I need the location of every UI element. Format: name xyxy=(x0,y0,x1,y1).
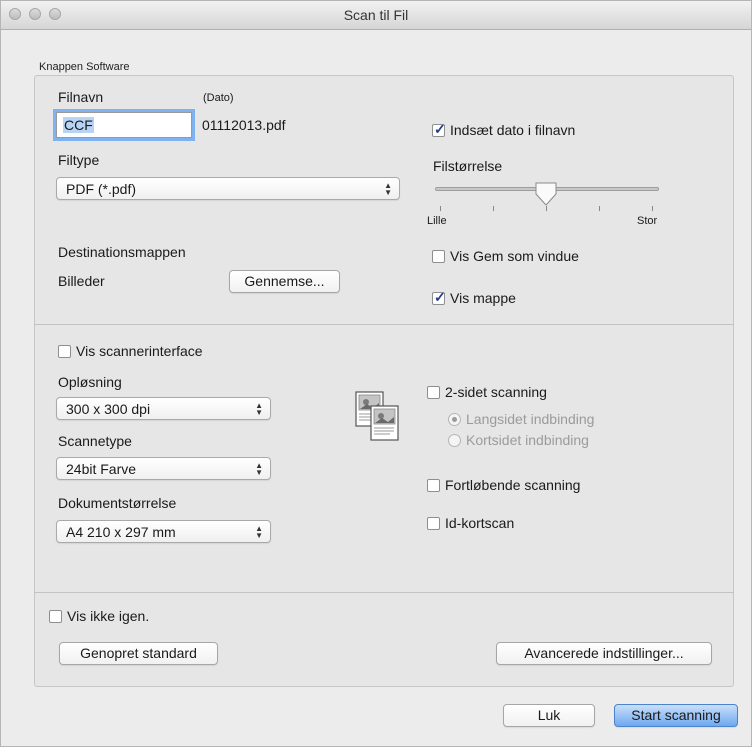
short-edge-binding-label: Kortsidet indbinding xyxy=(466,432,589,448)
filesize-slider-thumb[interactable] xyxy=(534,181,558,207)
filetype-select[interactable]: PDF (*.pdf) ▲ ▼ xyxy=(56,177,400,200)
document-size-label: Dokumentstørrelse xyxy=(58,495,177,511)
scan-type-label: Scannetype xyxy=(58,433,132,449)
show-scanner-interface-label: Vis scannerinterface xyxy=(76,343,203,359)
dont-show-again-label: Vis ikke igen. xyxy=(67,608,150,624)
chevron-updown-icon: ▲ ▼ xyxy=(255,401,263,417)
destination-label: Destinationsmappen xyxy=(58,244,186,260)
chevron-updown-icon: ▲ ▼ xyxy=(255,461,263,477)
filename-input[interactable]: CCF xyxy=(56,112,192,138)
filesize-max-label: Stor xyxy=(637,215,658,227)
slider-tick xyxy=(599,206,600,211)
filetype-label: Filtype xyxy=(58,152,100,168)
scan-type-select[interactable]: 24bit Farve ▲ ▼ xyxy=(56,457,271,480)
section-divider xyxy=(35,592,733,593)
resolution-value: 300 x 300 dpi xyxy=(66,401,151,417)
group-label: Knappen Software xyxy=(39,61,130,73)
browse-button[interactable]: Gennemse... xyxy=(229,270,340,293)
slider-tick xyxy=(440,206,441,211)
restore-defaults-button[interactable]: Genopret standard xyxy=(59,642,218,665)
slider-tick xyxy=(652,206,653,211)
filename-value: CCF xyxy=(63,117,94,133)
advanced-settings-button[interactable]: Avancerede indstillinger... xyxy=(496,642,712,665)
filetype-value: PDF (*.pdf) xyxy=(66,181,137,197)
chevron-updown-icon: ▲ ▼ xyxy=(255,524,263,540)
long-edge-binding-radio[interactable]: Langsidet indbinding xyxy=(448,411,594,427)
resolution-label: Opløsning xyxy=(58,374,122,390)
duplex-scan-label: 2-sidet scanning xyxy=(445,384,547,400)
continuous-scan-checkbox[interactable]: Fortløbende scanning xyxy=(427,477,580,493)
resolution-select[interactable]: 300 x 300 dpi ▲ ▼ xyxy=(56,397,271,420)
dialog-window: Scan til Fil Knappen Software Filnavn (D… xyxy=(0,0,752,747)
window-title: Scan til Fil xyxy=(343,7,409,23)
checkmark-icon xyxy=(432,289,446,306)
continuous-scan-label: Fortløbende scanning xyxy=(445,477,581,493)
settings-group-box xyxy=(34,75,734,687)
chevron-updown-icon: ▲ ▼ xyxy=(384,181,392,197)
show-save-as-label: Vis Gem som vindue xyxy=(450,248,579,264)
filesize-min-label: Lille xyxy=(427,215,447,227)
id-card-scan-checkbox[interactable]: Id-kortscan xyxy=(427,515,514,531)
duplex-scan-checkbox[interactable]: 2-sidet scanning xyxy=(427,384,547,400)
insert-date-checkbox[interactable]: Indsæt dato i filnavn xyxy=(432,121,576,138)
checkmark-icon xyxy=(432,121,446,138)
show-save-as-checkbox[interactable]: Vis Gem som vindue xyxy=(432,248,579,264)
show-scanner-interface-checkbox[interactable]: Vis scannerinterface xyxy=(58,343,203,359)
filename-label: Filnavn xyxy=(58,89,104,105)
destination-folder: Billeder xyxy=(58,273,105,289)
insert-date-label: Indsæt dato i filnavn xyxy=(450,122,576,138)
show-folder-checkbox[interactable]: Vis mappe xyxy=(432,289,516,306)
id-card-scan-label: Id-kortscan xyxy=(445,515,515,531)
filename-suffix: 01112013.pdf xyxy=(202,117,286,133)
close-button[interactable]: Luk xyxy=(503,704,595,727)
filesize-label: Filstørrelse xyxy=(433,158,503,174)
title-bar[interactable]: Scan til Fil xyxy=(1,1,751,30)
document-size-value: A4 210 x 297 mm xyxy=(66,524,176,540)
scan-type-value: 24bit Farve xyxy=(66,461,137,477)
dont-show-again-checkbox[interactable]: Vis ikke igen. xyxy=(49,608,149,624)
short-edge-binding-radio[interactable]: Kortsidet indbinding xyxy=(448,432,589,448)
duplex-scan-icon xyxy=(355,391,399,441)
document-size-select[interactable]: A4 210 x 297 mm ▲ ▼ xyxy=(56,520,271,543)
section-divider xyxy=(35,324,733,325)
show-folder-label: Vis mappe xyxy=(450,290,516,306)
date-label: (Dato) xyxy=(203,92,234,104)
slider-tick xyxy=(493,206,494,211)
start-scanning-button[interactable]: Start scanning xyxy=(614,704,738,727)
long-edge-binding-label: Langsidet indbinding xyxy=(466,411,595,427)
